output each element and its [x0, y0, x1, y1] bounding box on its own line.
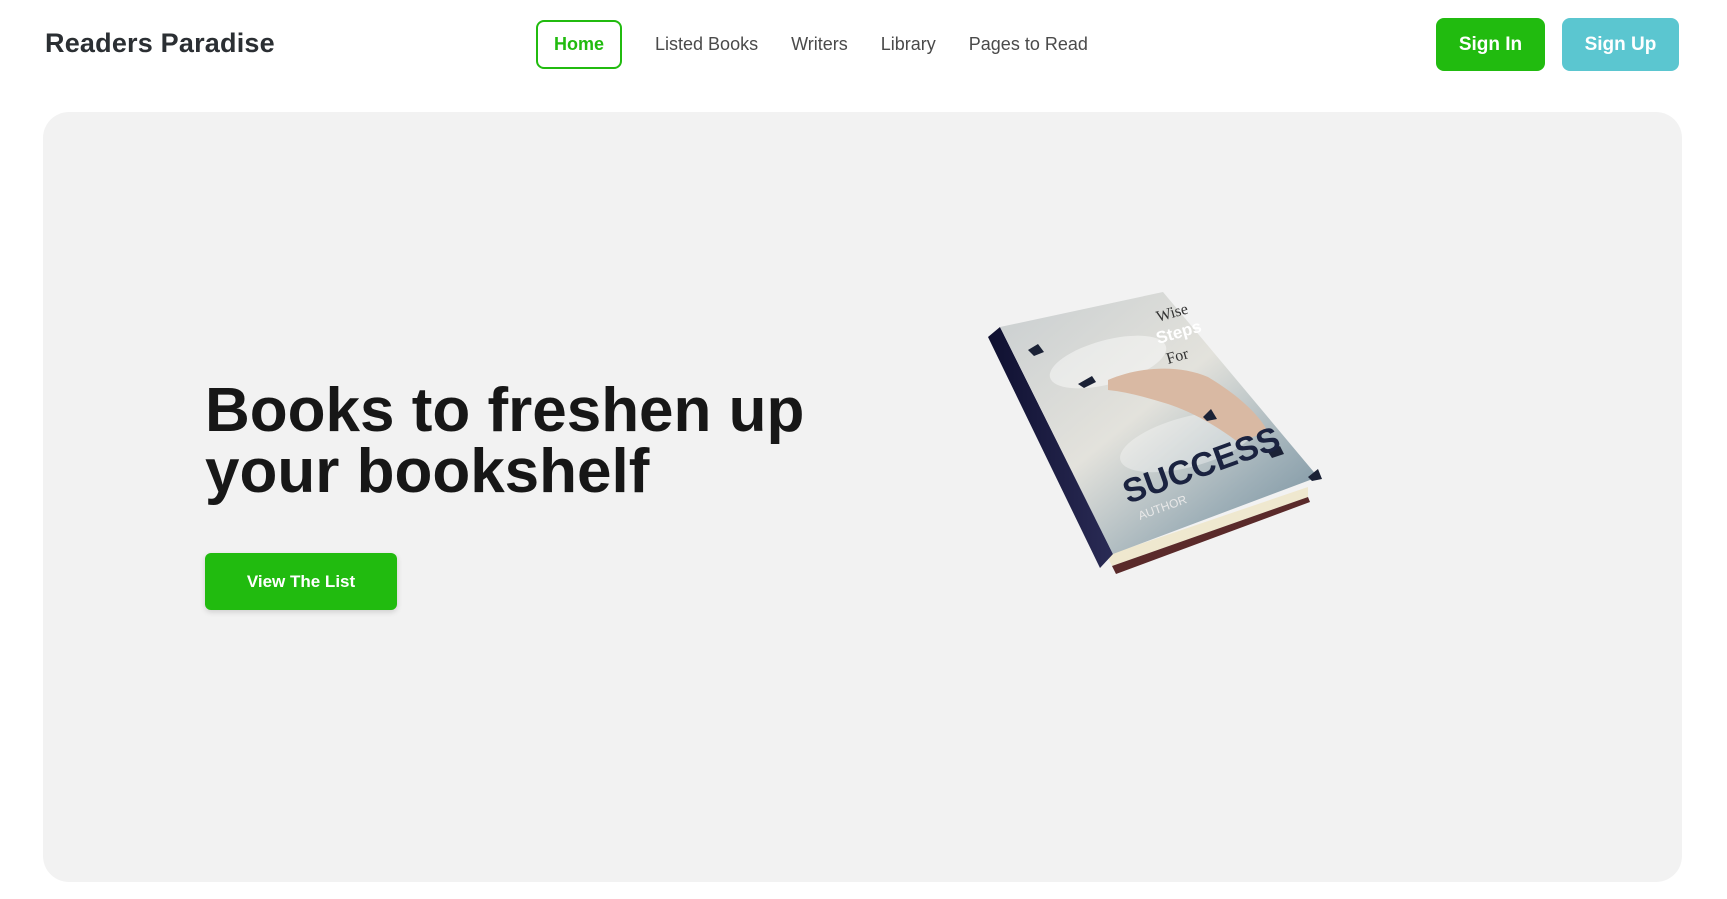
- hero-headline-line2: your bookshelf: [205, 437, 650, 506]
- sign-in-button[interactable]: Sign In: [1436, 18, 1545, 71]
- book-cover-image: Wise Steps For SUCCESS AUTHOR: [988, 292, 1322, 574]
- main-nav: Home Listed Books Writers Library Pages …: [536, 19, 1121, 69]
- nav-item-library[interactable]: Library: [881, 34, 936, 55]
- sign-up-button[interactable]: Sign Up: [1562, 18, 1679, 71]
- brand-logo[interactable]: Readers Paradise: [45, 28, 275, 59]
- nav-item-home[interactable]: Home: [536, 19, 623, 69]
- nav-item-pages-to-read[interactable]: Pages to Read: [969, 34, 1088, 55]
- hero-headline: Books to freshen up your bookshelf: [205, 376, 905, 506]
- nav-item-listed-books[interactable]: Listed Books: [655, 34, 758, 55]
- view-list-button[interactable]: View The List: [205, 553, 397, 610]
- navbar: Readers Paradise Home Listed Books Write…: [0, 0, 1727, 88]
- nav-item-writers[interactable]: Writers: [791, 34, 848, 55]
- hero-headline-line1: Books to freshen up: [205, 376, 805, 445]
- hero-section: Books to freshen up your bookshelf View …: [43, 112, 1682, 882]
